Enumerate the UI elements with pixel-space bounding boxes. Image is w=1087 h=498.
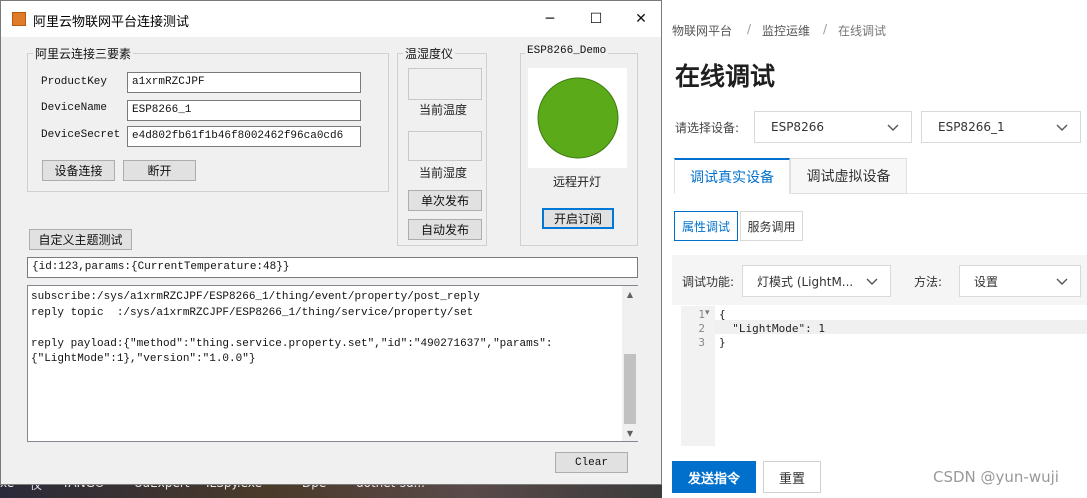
humidity-readout <box>408 131 482 161</box>
subtab-service-call[interactable]: 服务调用 <box>740 211 803 241</box>
connect-button[interactable]: 设备连接 <box>42 160 115 181</box>
method-select[interactable]: 设置 <box>959 265 1081 297</box>
iot-test-window: 阿里云物联网平台连接测试 ─ ☐ ✕ 阿里云连接三要素 ProductKey a… <box>0 0 662 485</box>
sensor-group-title: 温湿度仪 <box>403 45 456 62</box>
log-text: subscribe:/sys/a1xrmRZCJPF/ESP8266_1/thi… <box>31 291 553 365</box>
function-select[interactable]: 灯模式 (LightM... <box>742 265 891 297</box>
connect-group-title: 阿里云连接三要素 <box>33 45 134 62</box>
esp-demo-group-title: ESP8266_Demo <box>525 45 609 57</box>
reset-button[interactable]: 重置 <box>763 461 821 493</box>
device-select[interactable]: ESP8266_1 <box>921 111 1081 143</box>
code-line: { <box>719 308 726 321</box>
chevron-down-icon <box>887 124 899 131</box>
subscribe-button[interactable]: 开启订阅 <box>542 208 614 229</box>
line-number: 1 <box>698 308 705 321</box>
subtab-property-debug[interactable]: 属性调试 <box>674 211 738 241</box>
led-label: 远程开灯 <box>553 175 602 189</box>
code-line: "LightMode": 1 <box>719 322 825 335</box>
log-scrollbar[interactable]: ▲ ▼ <box>622 286 638 441</box>
editor-gutter: 1 2 3 ▾ <box>681 306 715 446</box>
code-line: } <box>719 336 726 349</box>
method-label: 方法: <box>914 275 943 289</box>
humidity-label: 当前湿度 <box>419 166 468 180</box>
scroll-down-icon[interactable]: ▼ <box>622 425 638 441</box>
clear-button[interactable]: Clear <box>555 452 628 473</box>
auto-publish-button[interactable]: 自动发布 <box>408 219 482 240</box>
device-select-value: ESP8266_1 <box>938 120 1005 134</box>
payload-input[interactable]: {id:123,params:{CurrentTemperature:48}} <box>27 257 638 278</box>
device-secret-field[interactable]: e4d802fb61f1b46f8002462f96ca0cd6 <box>127 126 361 147</box>
custom-topic-button[interactable]: 自定义主题测试 <box>29 229 132 250</box>
iot-console-page: 物联网平台 / 监控运维 / 在线调试 在线调试 请选择设备: ESP8266 … <box>662 0 1087 498</box>
breadcrumb-current: 在线调试 <box>838 24 887 38</box>
product-select[interactable]: ESP8266 <box>754 111 912 143</box>
function-select-value: 灯模式 (LightM... <box>757 274 854 289</box>
send-command-button[interactable]: 发送指令 <box>672 461 756 493</box>
temperature-label: 当前温度 <box>419 103 468 117</box>
single-publish-button[interactable]: 单次发布 <box>408 190 482 211</box>
page-title: 在线调试 <box>675 62 776 91</box>
temperature-readout <box>408 68 482 100</box>
minimize-button[interactable]: ─ <box>527 1 573 37</box>
scroll-up-icon[interactable]: ▲ <box>622 286 638 302</box>
device-select-label: 请选择设备: <box>675 121 740 135</box>
method-select-value: 设置 <box>974 274 999 289</box>
app-icon <box>12 12 26 26</box>
product-key-field[interactable]: a1xrmRZCJPF <box>127 72 361 93</box>
device-name-label: DeviceName <box>41 102 108 114</box>
scroll-thumb[interactable] <box>624 354 636 424</box>
close-button[interactable]: ✕ <box>618 1 664 37</box>
chevron-down-icon <box>1056 124 1068 131</box>
disconnect-button[interactable]: 断开 <box>123 160 196 181</box>
window-title: 阿里云物联网平台连接测试 <box>33 15 190 30</box>
chevron-down-icon <box>866 278 878 285</box>
fold-marker-icon[interactable]: ▾ <box>705 308 710 318</box>
device-name-field[interactable]: ESP8266_1 <box>127 100 361 121</box>
chevron-down-icon <box>1056 278 1068 285</box>
product-key-label: ProductKey <box>41 76 108 88</box>
breadcrumb-item[interactable]: 物联网平台 <box>672 22 732 39</box>
tab-virtual-device[interactable]: 调试虚拟设备 <box>790 158 907 194</box>
title-bar[interactable]: 阿里云物联网平台连接测试 ─ ☐ ✕ <box>1 1 661 37</box>
line-number: 2 <box>698 322 705 335</box>
breadcrumb-item[interactable]: 监控运维 <box>762 22 810 39</box>
tab-real-device[interactable]: 调试真实设备 <box>674 158 790 194</box>
led-panel <box>528 68 627 168</box>
product-select-value: ESP8266 <box>771 120 824 134</box>
json-editor[interactable]: 1 2 3 ▾ { "LightMode": 1 } <box>681 306 1087 446</box>
message-log[interactable]: subscribe:/sys/a1xrmRZCJPF/ESP8266_1/thi… <box>27 285 638 442</box>
maximize-button[interactable]: ☐ <box>573 1 619 37</box>
device-secret-label: DeviceSecret <box>41 129 121 141</box>
line-number: 3 <box>698 336 705 349</box>
breadcrumb-separator: / <box>747 22 752 36</box>
breadcrumb-separator: / <box>823 22 828 36</box>
csdn-watermark: CSDN @yun-wuji <box>933 468 1059 486</box>
function-label: 调试功能: <box>682 275 735 289</box>
led-indicator-icon <box>537 77 619 159</box>
